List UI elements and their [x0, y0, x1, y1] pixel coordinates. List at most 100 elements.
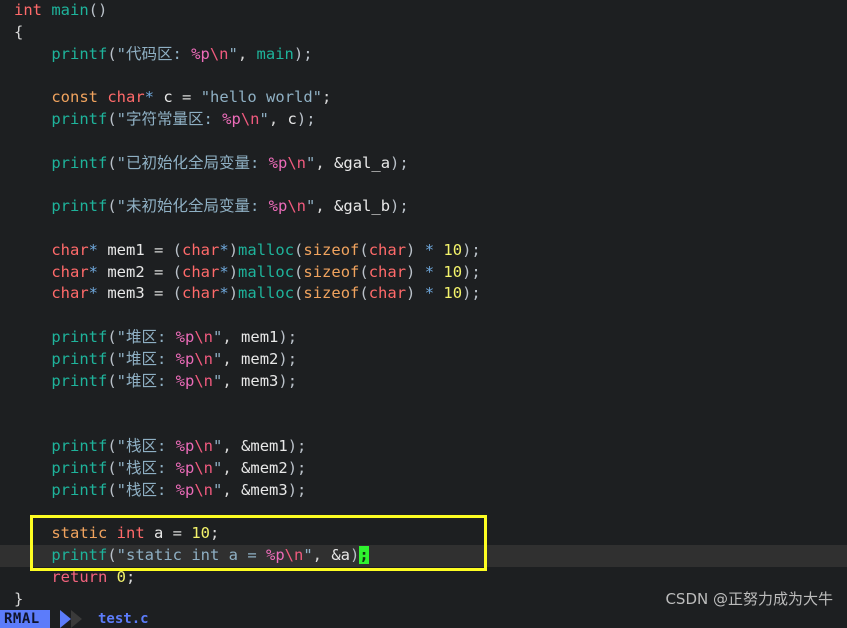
code-token: 10	[443, 240, 463, 259]
code-token: (	[107, 327, 117, 346]
code-token: {	[14, 22, 24, 41]
line-number-fragment	[0, 327, 6, 349]
code-token: malloc	[238, 262, 295, 281]
code-line[interactable]	[0, 305, 847, 327]
line-number-fragment	[0, 109, 6, 131]
code-token: *	[424, 262, 435, 281]
code-token: c	[154, 88, 183, 107]
code-token: "	[306, 153, 316, 172]
code-line[interactable]: printf("堆区: %p\n", mem2);	[0, 349, 847, 371]
code-line[interactable]: printf("栈区: %p\n", &mem1);	[0, 436, 847, 458]
code-line[interactable]	[0, 392, 847, 414]
code-token: );	[462, 284, 481, 303]
code-line[interactable]: printf("已初始化全局变量: %p\n", &gal_a);	[0, 153, 847, 175]
code-token: main	[51, 1, 89, 19]
code-token: \n	[194, 480, 214, 499]
line-number-fragment	[0, 349, 6, 371]
code-token: %p	[175, 480, 195, 499]
code-token: *	[424, 284, 435, 303]
code-line[interactable]: char* mem2 = (char*)malloc(sizeof(char) …	[0, 262, 847, 284]
code-token: printf	[51, 109, 108, 128]
code-line[interactable]: {	[0, 22, 847, 44]
code-token: "堆区:	[116, 371, 176, 390]
code-token: *	[88, 284, 98, 303]
code-token: *	[424, 240, 435, 259]
code-token: mem2	[241, 349, 279, 368]
code-line[interactable]: printf("栈区: %p\n", &mem3);	[0, 480, 847, 502]
line-number-fragment	[0, 22, 6, 44]
code-token: (	[107, 545, 117, 564]
code-line[interactable]	[0, 414, 847, 436]
code-line[interactable]: char* mem1 = (char*)malloc(sizeof(char) …	[0, 240, 847, 262]
code-line[interactable]: return 0;	[0, 567, 847, 589]
code-token: &mem1	[241, 436, 288, 455]
line-number-fragment	[0, 240, 6, 262]
code-token: printf	[51, 197, 108, 216]
code-token: "	[213, 327, 223, 346]
code-token: \n	[194, 327, 214, 346]
code-line[interactable]: printf("堆区: %p\n", mem3);	[0, 371, 847, 393]
code-token: (	[359, 262, 369, 281]
code-token: (	[107, 349, 117, 368]
code-token: &mem2	[241, 458, 288, 477]
code-token: char	[182, 284, 220, 303]
code-token: sizeof	[303, 262, 360, 281]
code-token: char	[51, 262, 89, 281]
code-line[interactable]: printf("栈区: %p\n", &mem2);	[0, 458, 847, 480]
code-token: =	[154, 262, 173, 281]
code-token: )	[228, 240, 239, 259]
code-line[interactable]: int main()	[0, 0, 847, 22]
code-token: \n	[284, 545, 304, 564]
code-line[interactable]	[0, 65, 847, 87]
code-line[interactable]: char* mem3 = (char*)malloc(sizeof(char) …	[0, 283, 847, 305]
line-number-fragment	[0, 65, 6, 87]
code-token: (	[294, 262, 304, 281]
code-token: "	[303, 545, 313, 564]
code-token: (	[107, 197, 117, 216]
line-number-fragment	[0, 371, 6, 393]
code-token: mem3	[98, 284, 154, 303]
code-token: "栈区:	[116, 436, 176, 455]
code-token: ()	[88, 1, 108, 19]
code-token: \n	[194, 349, 214, 368]
code-line[interactable]: static int a = 10;	[0, 523, 847, 545]
code-token: %p	[268, 197, 288, 216]
code-token: printf	[51, 44, 108, 63]
code-token: (	[107, 371, 117, 390]
code-token: %p	[175, 436, 195, 455]
code-token: char	[368, 284, 407, 303]
code-line[interactable]: printf("字符常量区: %p\n", c);	[0, 109, 847, 131]
code-line[interactable]: const char* c = "hello world";	[0, 87, 847, 109]
code-line[interactable]: printf("代码区: %p\n", main);	[0, 44, 847, 66]
code-line[interactable]: printf("堆区: %p\n", mem1);	[0, 327, 847, 349]
code-line[interactable]: printf("static int a = %p\n", &a);	[0, 544, 847, 567]
code-token: \n	[194, 436, 214, 455]
line-number-fragment	[0, 392, 6, 414]
code-token: );	[293, 44, 313, 63]
code-line[interactable]	[0, 131, 847, 153]
code-token: &gal_a	[334, 153, 391, 172]
code-token: printf	[51, 480, 108, 499]
code-token: "	[213, 480, 223, 499]
code-token: printf	[51, 545, 108, 564]
code-editor-area[interactable]: int main(){ printf("代码区: %p\n", main); c…	[0, 0, 847, 610]
line-number-fragment	[0, 458, 6, 480]
code-token: printf	[51, 458, 108, 477]
line-number-fragment	[0, 0, 6, 22]
code-line[interactable]	[0, 218, 847, 240]
code-line[interactable]: printf("未初始化全局变量: %p\n", &gal_b);	[0, 196, 847, 218]
code-token: char	[182, 240, 220, 259]
code-token: %p	[265, 545, 285, 564]
code-line[interactable]	[0, 501, 847, 523]
code-line[interactable]	[0, 174, 847, 196]
code-token: ,	[222, 371, 242, 390]
code-token: \n	[209, 44, 229, 63]
